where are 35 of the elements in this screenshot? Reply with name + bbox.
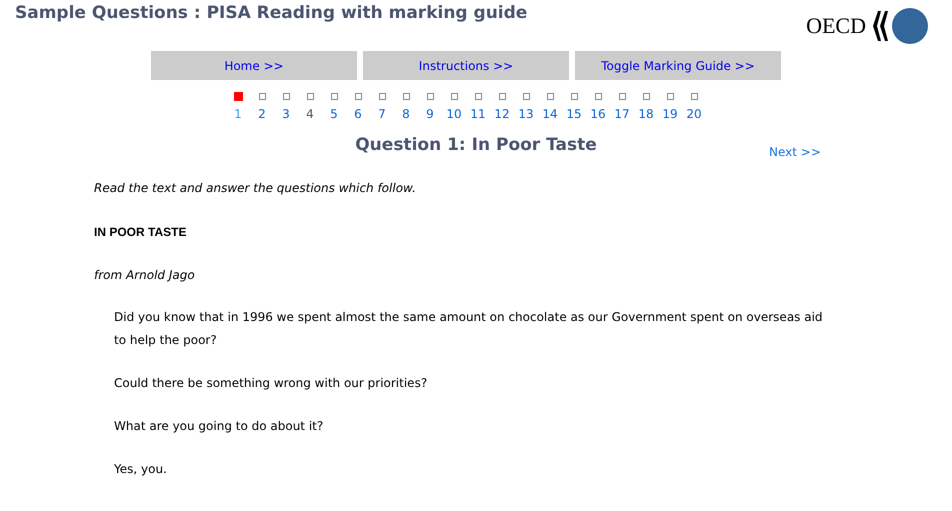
logo-text: OECD — [806, 13, 866, 39]
passage-paragraph: Could there be something wrong with our priorities? — [114, 375, 428, 392]
passage-paragraph: What are you going to do about it? — [114, 418, 324, 435]
page-link[interactable]: 7 — [378, 107, 386, 121]
page-link[interactable]: 11 — [470, 107, 486, 121]
passage-paragraph: Did you know that in 1996 we spent almost the same amount on chocolate as our Government spent on overseas aid to help the poor? — [114, 309, 824, 349]
page-link[interactable]: 12 — [494, 107, 510, 121]
page-link[interactable]: 15 — [566, 107, 582, 121]
next-link[interactable]: Next >> — [769, 145, 821, 159]
byline-text: from Arnold Jago — [94, 268, 196, 282]
nav-button[interactable]: Home >> — [151, 51, 357, 80]
page-link[interactable]: 13 — [518, 107, 534, 121]
page-link[interactable]: 16 — [590, 107, 606, 121]
passage-heading: IN POOR TASTE — [94, 225, 188, 239]
page-link[interactable]: 17 — [614, 107, 630, 121]
page-link[interactable]: 6 — [354, 107, 362, 121]
page-link[interactable]: 20 — [686, 107, 702, 121]
page-link[interactable]: 8 — [402, 107, 410, 121]
page-link[interactable]: 3 — [282, 107, 290, 121]
page-link[interactable]: 19 — [662, 107, 678, 121]
passage-paragraph: Yes, you. — [114, 461, 168, 478]
instruction-text: Read the text and answer the questions which follow. — [94, 181, 417, 195]
nav-button[interactable]: Instructions >> — [363, 51, 569, 80]
nav-button[interactable]: Toggle Marking Guide >> — [575, 51, 781, 80]
page-link[interactable]: 18 — [638, 107, 654, 121]
page-link[interactable]: 9 — [426, 107, 434, 121]
logo-icon — [870, 7, 928, 45]
page-link[interactable]: 14 — [542, 107, 558, 121]
page-link[interactable]: 2 — [258, 107, 266, 121]
page-title: Sample Questions : PISA Reading with marking guide — [15, 3, 528, 23]
page-link[interactable]: 1 — [234, 107, 242, 121]
page-link[interactable]: 10 — [446, 107, 462, 121]
page-link[interactable]: 5 — [330, 107, 338, 121]
question-title: Question 1: In Poor Taste — [355, 135, 597, 157]
page-link[interactable]: 4 — [306, 107, 314, 121]
